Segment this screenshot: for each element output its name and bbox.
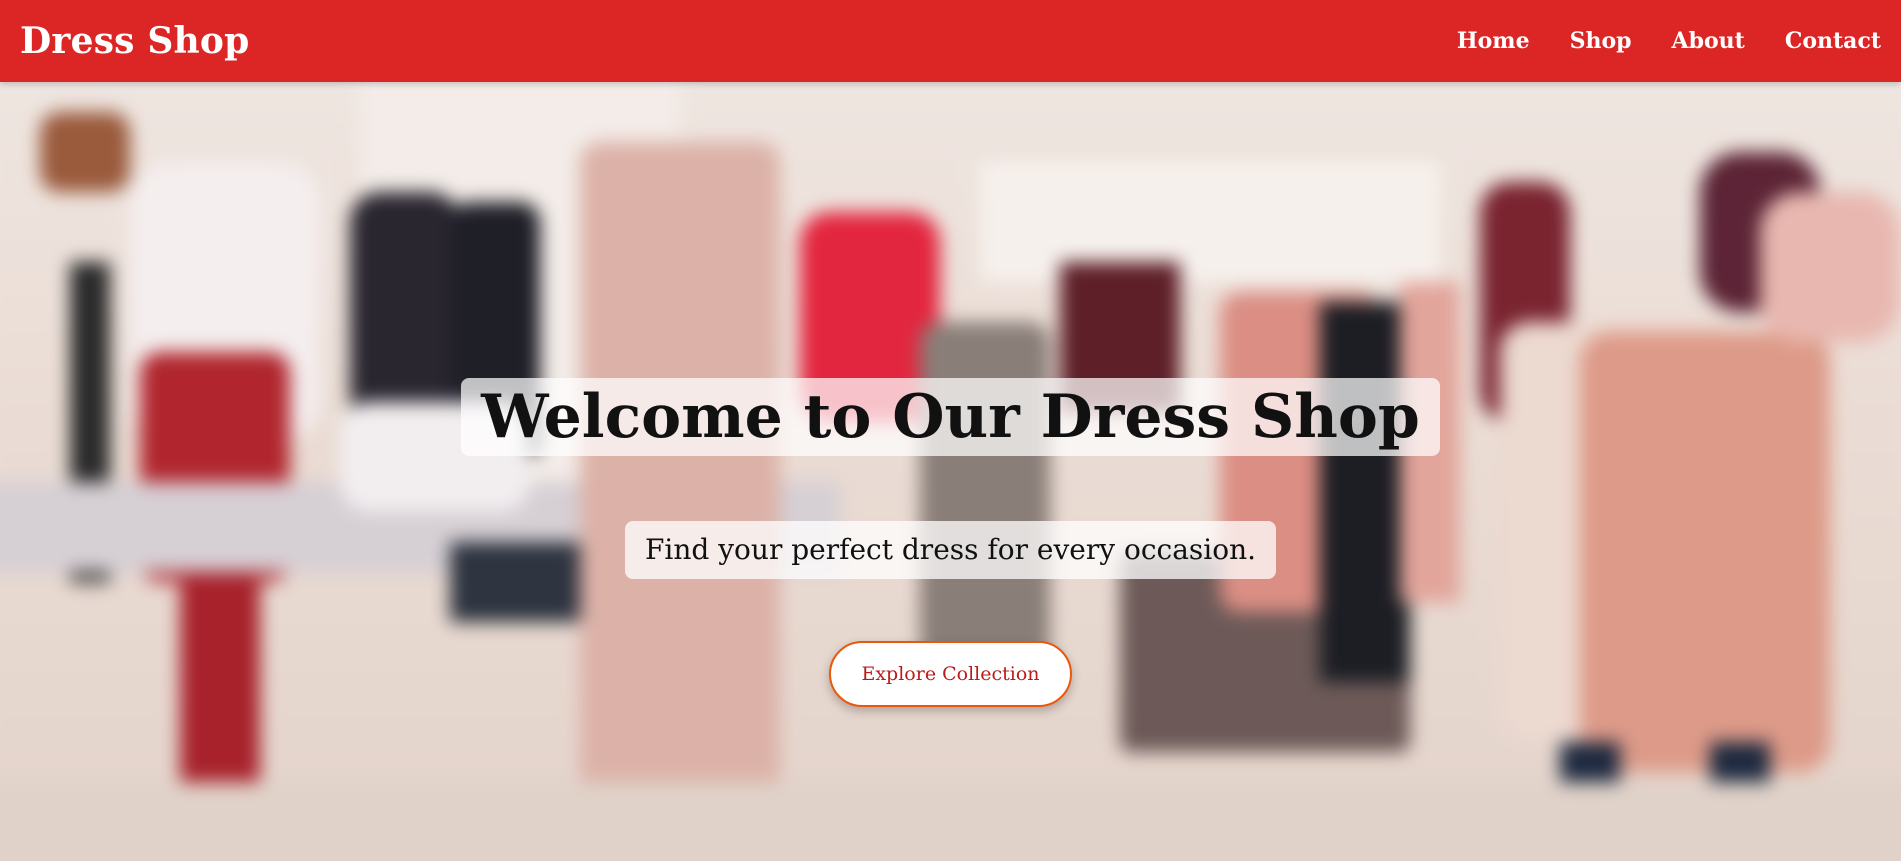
top-navbar: Dress Shop Home Shop About Contact [0, 0, 1901, 82]
nav-link-shop[interactable]: Shop [1570, 28, 1632, 54]
hero-content: Welcome to Our Dress Shop Find your perf… [0, 82, 1901, 861]
hero-title: Welcome to Our Dress Shop [461, 378, 1440, 456]
nav-link-home[interactable]: Home [1457, 28, 1530, 54]
nav-link-contact[interactable]: Contact [1785, 28, 1881, 54]
nav-link-about[interactable]: About [1672, 28, 1745, 54]
brand-logo[interactable]: Dress Shop [20, 20, 250, 62]
hero-section: Welcome to Our Dress Shop Find your perf… [0, 82, 1901, 861]
explore-collection-button[interactable]: Explore Collection [829, 641, 1072, 708]
main-nav: Home Shop About Contact [1457, 28, 1881, 54]
hero-subtitle: Find your perfect dress for every occasi… [625, 521, 1276, 580]
